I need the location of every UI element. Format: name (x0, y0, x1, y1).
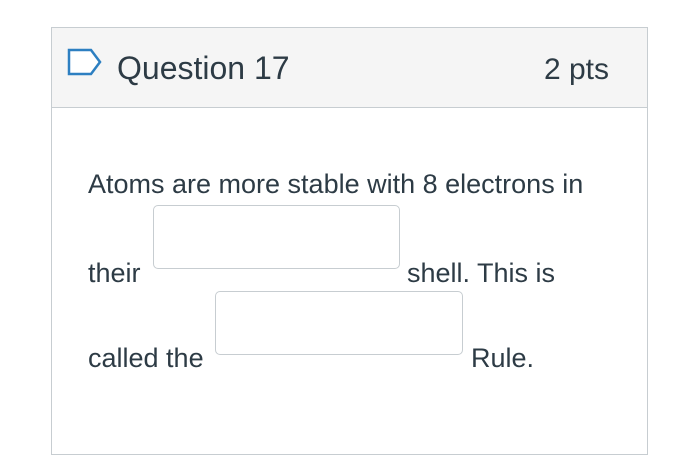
bookmark-outline-icon[interactable] (67, 48, 103, 76)
question-text-rule: Rule. (471, 343, 535, 373)
question-text-line1: Atoms are more stable with 8 electrons i… (88, 169, 584, 199)
question-text-shell: shell. This is (407, 258, 556, 288)
question-points: 2 pts (543, 53, 609, 86)
question-card: Question 17 2 pts Atoms are more stable … (51, 27, 648, 455)
answer-blank-2[interactable] (215, 291, 463, 355)
question-text-their: their (88, 258, 141, 288)
question-header: Question 17 2 pts (52, 28, 647, 108)
question-title: Question 17 (117, 50, 290, 86)
question-text-called-the: called the (88, 343, 204, 373)
answer-blank-1[interactable] (153, 205, 400, 269)
